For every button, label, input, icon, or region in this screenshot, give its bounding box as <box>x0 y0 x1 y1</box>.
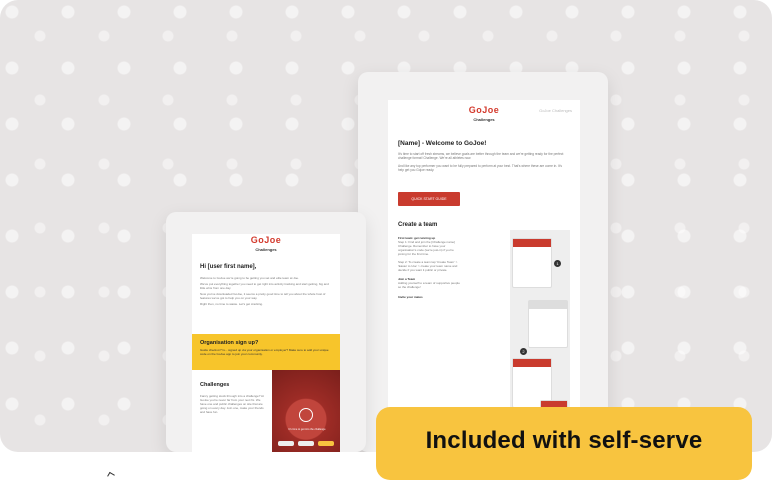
intro-paragraph: Welcome to GoJoe we're going to be getti… <box>200 276 299 280</box>
challenge-photo: It's time to get into the challenge <box>272 370 340 452</box>
store-badge <box>298 441 314 446</box>
email-logo: GoJoe Challenges <box>192 234 340 256</box>
organisation-signup-band: Organisation sign up? Guide check-in? Is… <box>192 334 340 370</box>
intro-paragraph: We've put everything together you need t… <box>200 282 329 291</box>
step-text: Step 1: Find and join the [Challenge nam… <box>398 240 455 257</box>
onboarding-email-preview: GoJoe Challenges Hi [user first name], W… <box>166 212 366 452</box>
email-intro: It's time to start off fresh streams, we… <box>398 152 568 172</box>
self-serve-label: Included with self-serve <box>425 426 703 454</box>
partial-glyph <box>107 471 115 480</box>
phone-screen <box>512 238 552 288</box>
intro-paragraph: Right then, no time to waste. Let's get … <box>200 302 263 307</box>
email-body: GoJoe Challenges Hi [user first name], W… <box>192 234 340 452</box>
patterned-background: GoJoe Challenges GoJoe Challenges [Name]… <box>0 0 772 452</box>
logo-subtext: Challenges <box>255 247 277 252</box>
challenges-text: Fancy getting stuck through into a chall… <box>200 394 264 415</box>
challenges-title: Challenges <box>200 382 230 388</box>
email-body: GoJoe Challenges GoJoe Challenges [Name]… <box>388 100 580 452</box>
logo-subtext: Challenges <box>473 117 495 122</box>
step-number-badge: 1 <box>554 260 561 267</box>
phone-screen <box>528 300 568 348</box>
email-title: [Name] - Welcome to GoJoe! <box>398 140 487 147</box>
email-title: Hi [user first name], <box>200 264 257 270</box>
email-intro: Welcome to GoJoe we're going to be getti… <box>200 276 332 306</box>
store-badge <box>278 441 294 446</box>
section-title: Create a team <box>398 222 438 228</box>
intro-paragraph: And like any top performer you want to b… <box>398 163 562 172</box>
invite-heading: Invite your mates <box>398 294 423 299</box>
photo-caption: It's time to get into the challenge <box>288 428 326 431</box>
step-text: Step 2: To create a team tap 'Create Tea… <box>398 260 458 273</box>
logo-text: GoJoe <box>468 105 500 115</box>
steps-column: First team: get running up Step 1: Find … <box>398 236 460 299</box>
intro-paragraph: Now you've downloaded GoJoe, it seems a … <box>200 292 326 301</box>
logo-text: GoJoe <box>250 235 282 245</box>
header-right-text: GoJoe Challenges <box>539 108 572 113</box>
intro-paragraph: It's time to start off fresh streams, we… <box>398 152 564 161</box>
challenge-badge-icon <box>299 408 313 422</box>
org-title: Organisation sign up? <box>200 340 259 346</box>
step-number-badge: 2 <box>520 348 527 355</box>
org-text: Guide check-in? Is... signed up via your… <box>200 348 329 356</box>
welcome-email-preview: GoJoe Challenges GoJoe Challenges [Name]… <box>358 72 608 452</box>
join-text: Adding yourself to a team of supportive … <box>398 281 460 290</box>
quick-start-button[interactable]: QUICK START GUIDE <box>398 192 460 206</box>
store-badge <box>318 441 334 446</box>
self-serve-badge: Included with self-serve <box>376 407 752 480</box>
